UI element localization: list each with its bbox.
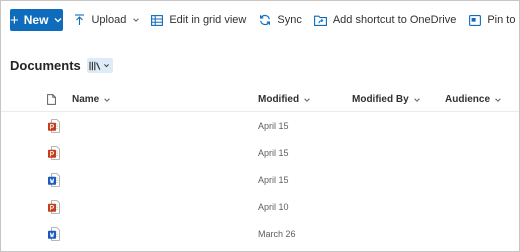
pin-quick-access-button[interactable]: Pin to Quick access bbox=[469, 8, 519, 32]
modified-date: April 15 bbox=[258, 148, 289, 158]
modified-date: April 10 bbox=[258, 202, 289, 212]
modified-column-header[interactable]: Modified bbox=[258, 94, 311, 105]
document-library: + New Upload Edit in grid view Sync Add … bbox=[0, 0, 520, 252]
chevron-down-icon bbox=[413, 97, 420, 102]
column-header-row: Name Modified Modified By Audience bbox=[1, 88, 519, 112]
file-type-icon bbox=[47, 94, 56, 105]
file-row[interactable]: April 15 bbox=[1, 113, 519, 140]
plus-icon: + bbox=[10, 11, 19, 29]
pin-icon bbox=[469, 14, 482, 26]
new-button[interactable]: + New bbox=[10, 9, 64, 31]
chevron-down-icon bbox=[495, 97, 501, 102]
library-view-icon bbox=[89, 61, 101, 70]
edit-grid-view-button[interactable]: Edit in grid view bbox=[151, 8, 246, 32]
word-file-icon bbox=[47, 227, 60, 246]
page-title: Documents bbox=[10, 58, 81, 73]
chevron-down-icon bbox=[304, 97, 310, 102]
library-title-area: Documents bbox=[10, 58, 113, 73]
upload-button[interactable]: Upload bbox=[74, 8, 140, 32]
file-type-column-header[interactable] bbox=[47, 94, 56, 105]
file-row[interactable]: March 26 bbox=[1, 221, 519, 248]
audience-column-header[interactable]: Audience bbox=[445, 94, 502, 105]
folder-shortcut-icon bbox=[313, 15, 327, 26]
powerpoint-file-icon bbox=[47, 200, 60, 219]
upload-icon bbox=[75, 14, 85, 25]
chevron-down-icon bbox=[104, 97, 111, 102]
chevron-down-icon bbox=[54, 18, 62, 23]
file-row[interactable]: April 10 bbox=[1, 194, 519, 221]
new-button-label: New bbox=[23, 13, 49, 27]
powerpoint-file-icon bbox=[47, 119, 60, 138]
upload-label: Upload bbox=[91, 14, 127, 26]
add-shortcut-label: Add shortcut to OneDrive bbox=[332, 14, 457, 26]
modified-date: April 15 bbox=[258, 121, 289, 131]
modified-column-label: Modified bbox=[258, 94, 300, 105]
file-row[interactable]: April 15 bbox=[1, 167, 519, 194]
view-switcher-button[interactable] bbox=[86, 58, 113, 73]
grid-icon bbox=[151, 14, 164, 26]
edit-grid-view-label: Edit in grid view bbox=[169, 14, 247, 26]
powerpoint-file-icon bbox=[47, 146, 60, 165]
modified-by-column-label: Modified By bbox=[352, 94, 409, 105]
sync-label: Sync bbox=[277, 14, 302, 26]
command-bar: + New Upload Edit in grid view Sync Add … bbox=[1, 1, 519, 39]
add-shortcut-button[interactable]: Add shortcut to OneDrive bbox=[313, 8, 457, 32]
chevron-down-icon bbox=[133, 18, 140, 22]
name-column-label: Name bbox=[72, 94, 100, 105]
modified-date: April 15 bbox=[258, 175, 289, 185]
modified-by-column-header[interactable]: Modified By bbox=[352, 94, 421, 105]
sync-button[interactable]: Sync bbox=[259, 8, 302, 32]
audience-column-label: Audience bbox=[445, 94, 491, 105]
chevron-down-icon bbox=[104, 64, 110, 68]
word-file-icon bbox=[47, 173, 60, 192]
modified-date: March 26 bbox=[258, 229, 296, 239]
name-column-header[interactable]: Name bbox=[72, 94, 111, 105]
file-row[interactable]: April 15 bbox=[1, 140, 519, 167]
sync-icon bbox=[260, 14, 271, 26]
pin-quick-access-label: Pin to Quick access bbox=[487, 14, 519, 26]
